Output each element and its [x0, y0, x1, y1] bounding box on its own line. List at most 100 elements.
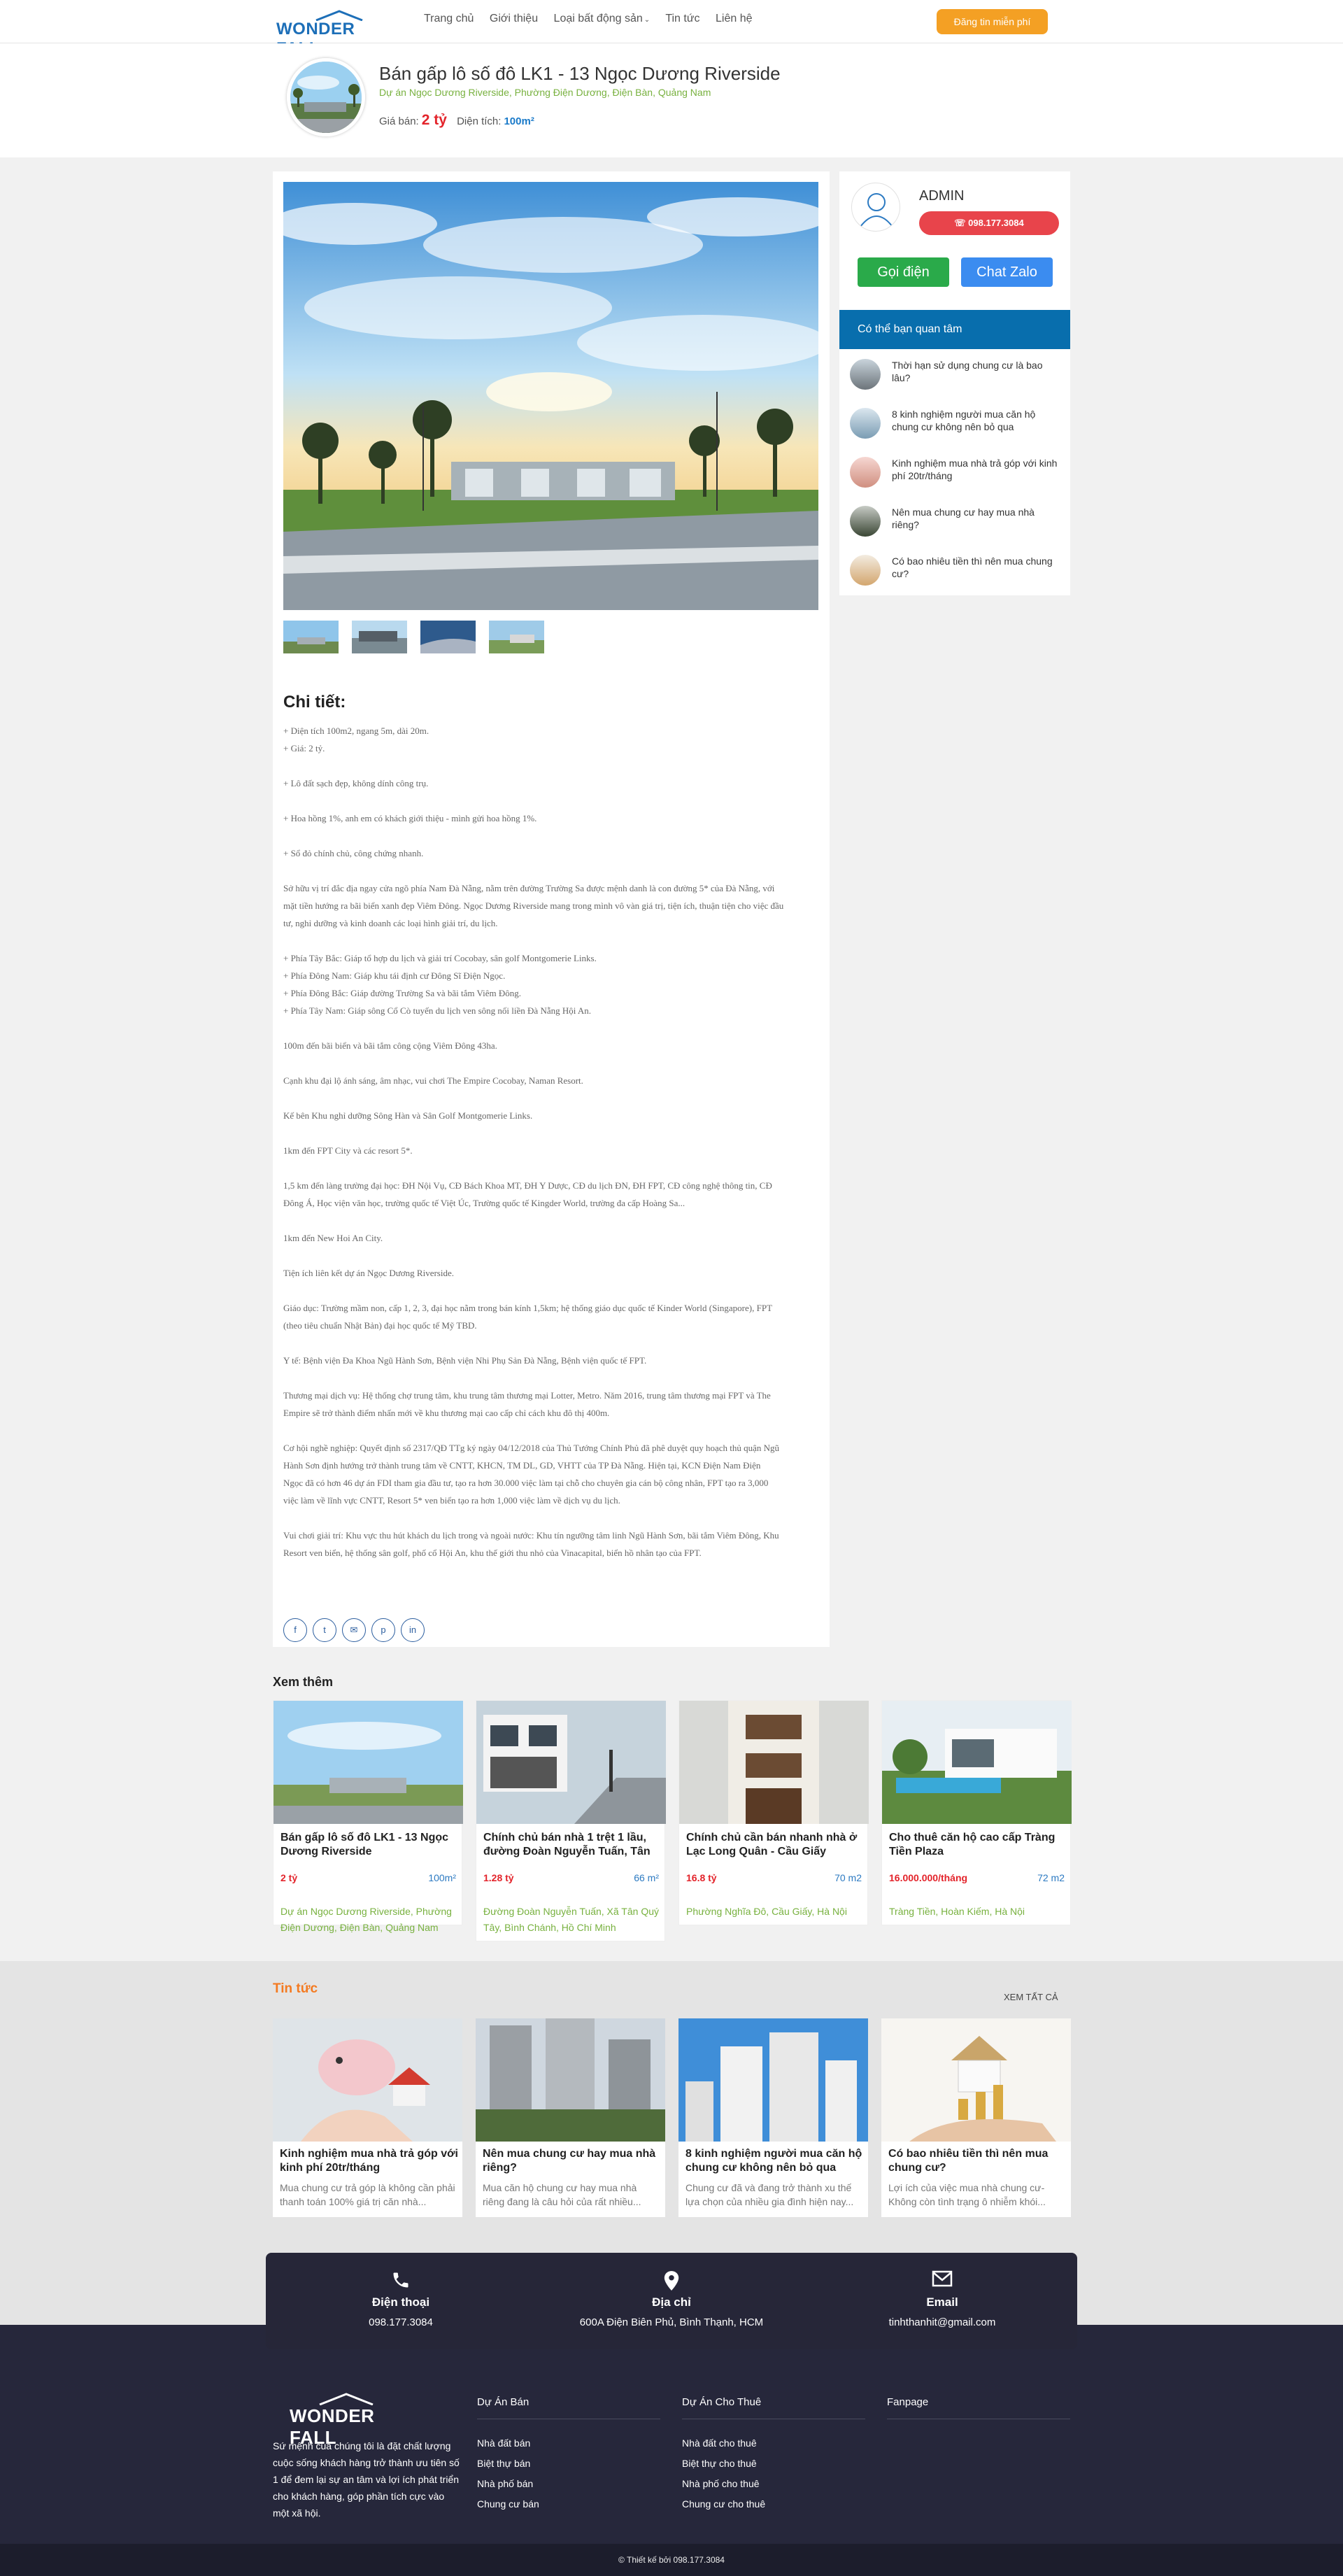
- news-card[interactable]: Có bao nhiêu tiền thì nên mua chung cư? …: [881, 2018, 1071, 2217]
- footer-link[interactable]: Nhà đất bán: [477, 2437, 530, 2449]
- envelope-icon: [807, 2270, 1077, 2293]
- interest-thumb: [850, 506, 881, 537]
- interest-item[interactable]: Nên mua chung cư hay mua nhà riêng?: [850, 496, 1060, 538]
- related-card-image: [882, 1701, 1072, 1824]
- detail-line: + Phía Tây Nam: Giáp sông Cổ Cò tuyến du…: [283, 1005, 592, 1016]
- related-card[interactable]: Cho thuê căn hộ cao cấp Tràng Tiền Plaza…: [881, 1700, 1072, 1925]
- phone-icon: ☏: [954, 218, 969, 228]
- nav-news[interactable]: Tin tức: [665, 13, 699, 24]
- related-card-area: 70 m2: [834, 1872, 862, 1883]
- news-card[interactable]: Nên mua chung cư hay mua nhà riêng? Mua …: [476, 2018, 665, 2217]
- detail-line: Tiện ích liên kết dự án Ngọc Dương River…: [283, 1268, 454, 1278]
- facebook-icon[interactable]: f: [283, 1618, 307, 1642]
- interest-item[interactable]: Có bao nhiêu tiền thì nên mua chung cư?: [850, 545, 1060, 587]
- thumbnail[interactable]: [283, 621, 339, 653]
- interest-item[interactable]: Thời hạn sử dụng chung cư là bao lâu?: [850, 349, 1060, 391]
- thumbnail[interactable]: [420, 621, 476, 653]
- detail-paragraph: Thương mại dịch vụ: Hệ thống chợ trung t…: [283, 1387, 818, 1422]
- detail-line: Cạnh khu đại lộ ánh sáng, âm nhạc, vui c…: [283, 1075, 583, 1086]
- detail-paragraph: + Diện tích 100m2, ngang 5m, dài 20m. + G…: [283, 722, 818, 757]
- nav-property-type[interactable]: Loại bất động sản ⌄: [554, 13, 651, 24]
- detail-line: 100m đến bãi biển và bãi tắm công cộng V…: [283, 1040, 497, 1051]
- detail-paragraph: 1km đến New Hoi An City.: [283, 1229, 818, 1247]
- listing-main-photo[interactable]: [283, 182, 818, 610]
- zalo-chat-button[interactable]: Chat Zalo: [961, 257, 1053, 287]
- post-free-button[interactable]: Đăng tin miễn phí: [937, 9, 1048, 34]
- news-card[interactable]: 8 kinh nghiệm người mua căn hộ chung cư …: [678, 2018, 868, 2217]
- footer-link[interactable]: Nhà đất cho thuê: [682, 2437, 757, 2449]
- detail-paragraph: Giáo dục: Trường mầm non, cấp 1, 2, 3, đ…: [283, 1299, 818, 1334]
- detail-line: + Phía Tây Bắc: Giáp tổ hợp du lịch và g…: [283, 953, 597, 963]
- news-photo: [881, 2018, 1071, 2142]
- site-header: WONDER FALL Trang chủ Giới thiệu Loại bấ…: [0, 0, 1343, 58]
- footer-link[interactable]: Nhà phố cho thuê: [682, 2478, 760, 2489]
- news-card-summary: Lợi ích của việc mua nhà chung cư­Không …: [888, 2182, 1046, 2207]
- news-card-title: Kinh nghiệm mua nhà trả góp với kinh phí…: [280, 2148, 458, 2174]
- news-card-title: 8 kinh nghiệm người mua căn hộ chung cư …: [685, 2148, 862, 2174]
- thumbnail[interactable]: [352, 621, 407, 653]
- related-card[interactable]: Chính chủ cần bán nhanh nhà ở Lạc Long Q…: [678, 1700, 869, 1925]
- thumbnail[interactable]: [489, 621, 544, 653]
- listing-address[interactable]: Dự án Ngọc Dương Riverside, Phường Điện …: [379, 87, 711, 98]
- contact-email[interactable]: Email tinhthanhit@gmail.com: [807, 2270, 1077, 2328]
- news-card[interactable]: Kinh nghiệm mua nhà trả góp với kinh phí…: [273, 2018, 462, 2217]
- related-card-image: [273, 1701, 463, 1824]
- news-card-summary: Mua căn hộ chung cư hay mua nhà riêng đa…: [483, 2182, 641, 2207]
- footer-col-sale-title: Dự Án Bán: [477, 2396, 530, 2408]
- detail-line: Sở hữu vị trí đắc địa ngay cửa ngõ phía …: [283, 883, 775, 893]
- news-photo: [476, 2018, 665, 2142]
- news-heading: Tin tức: [273, 1981, 318, 1996]
- agent-phone-button[interactable]: ☏ 098.177.3084: [919, 211, 1059, 235]
- footer-logo[interactable]: WONDER FALL: [287, 2393, 402, 2448]
- nav-contact[interactable]: Liên hệ: [716, 13, 753, 24]
- footer-link[interactable]: Chung cư bán: [477, 2498, 539, 2510]
- footer-link[interactable]: Nhà phố bán: [477, 2478, 533, 2489]
- related-card-address: Đường Đoàn Nguyễn Tuấn, Xã Tân Quý Tây, …: [483, 1906, 659, 1933]
- see-all-link[interactable]: XEM TẤT CẢ: [1004, 1992, 1058, 2002]
- related-card-title: Cho thuê căn hộ cao cấp Tràng Tiền Plaza: [889, 1832, 1056, 1857]
- footer-link[interactable]: Biệt thự cho thuê: [682, 2458, 757, 2469]
- news-card-image: [476, 2018, 665, 2142]
- pinterest-icon[interactable]: p: [371, 1618, 395, 1642]
- detail-paragraph: Cạnh khu đại lộ ánh sáng, âm nhạc, vui c…: [283, 1072, 818, 1089]
- related-card-price: 16.8 tỷ: [686, 1872, 717, 1883]
- news-card-summary: Mua chung cư trả góp là không cần phải t…: [280, 2182, 455, 2207]
- footer-link[interactable]: Biệt thự bán: [477, 2458, 530, 2469]
- thumbnail-image: [489, 621, 544, 653]
- area-label: Diện tích:: [457, 115, 502, 127]
- nav-property-type-label: Loại bất động sản: [553, 13, 643, 24]
- detail-line: Giáo dục: Trường mầm non, cấp 1, 2, 3, đ…: [283, 1303, 773, 1313]
- linkedin-icon[interactable]: in: [401, 1618, 425, 1642]
- news-card-title: Có bao nhiêu tiền thì nên mua chung cư?: [888, 2148, 1049, 2174]
- contact-phone[interactable]: Điện thoại 098.177.3084: [266, 2270, 536, 2328]
- related-photo: [882, 1701, 1072, 1824]
- detail-paragraph: + Lô đất sạch đẹp, không dính công trụ.: [283, 774, 818, 792]
- related-card-area: 66 m²: [634, 1872, 659, 1883]
- detail-line: Đông Á, Học viện văn học, trường quốc tế…: [283, 1198, 685, 1208]
- related-card[interactable]: Chính chủ bán nhà 1 trệt 1 lầu, đường Đo…: [476, 1700, 666, 1941]
- related-card-title: Bán gấp lô số đô LK1 - 13 Ngọc Dương Riv…: [280, 1832, 449, 1857]
- call-button[interactable]: Gọi điện: [858, 257, 949, 287]
- twitter-icon[interactable]: t: [313, 1618, 336, 1642]
- interest-item[interactable]: Kinh nghiệm mua nhà trả góp với kinh phí…: [850, 447, 1060, 489]
- detail-line: + Phía Đông Bắc: Giáp đường Trường Sa và…: [283, 988, 521, 998]
- related-card-image: [679, 1701, 869, 1824]
- detail-line: + Hoa hồng 1%, anh em có khách giới thiệ…: [283, 813, 537, 823]
- detail-paragraph: 100m đến bãi biển và bãi tắm công cộng V…: [283, 1037, 818, 1054]
- related-card-price: 2 tỷ: [280, 1872, 298, 1883]
- interest-item-title: Nên mua chung cư hay mua nhà riêng?: [892, 507, 1035, 530]
- related-card[interactable]: Bán gấp lô số đô LK1 - 13 Ngọc Dương Riv…: [273, 1700, 463, 1933]
- detail-line: (theo tiêu chuẩn Nhật Bản) đại học quốc …: [283, 1320, 477, 1331]
- detail-line: 1,5 km đến làng trường đại học: ĐH Nội V…: [283, 1180, 772, 1191]
- news-photo: [678, 2018, 868, 2142]
- email-icon[interactable]: ✉: [342, 1618, 366, 1642]
- news-card-title: Nên mua chung cư hay mua nhà riêng?: [483, 2148, 656, 2174]
- site-logo[interactable]: WONDER FALL: [276, 10, 402, 58]
- nav-about[interactable]: Giới thiệu: [490, 13, 538, 24]
- contact-address[interactable]: Địa chỉ 600A Điện Biên Phủ, Bình Thạnh, …: [537, 2270, 806, 2328]
- interest-item[interactable]: 8 kinh nghiệm người mua căn hộ chung cư …: [850, 398, 1060, 440]
- news-photo: [273, 2018, 462, 2142]
- footer-link[interactable]: Chung cư cho thuê: [682, 2498, 765, 2510]
- nav-home[interactable]: Trang chủ: [424, 13, 474, 24]
- detail-line: tư, nghỉ dưỡng và kinh doanh các loại hì…: [283, 918, 498, 928]
